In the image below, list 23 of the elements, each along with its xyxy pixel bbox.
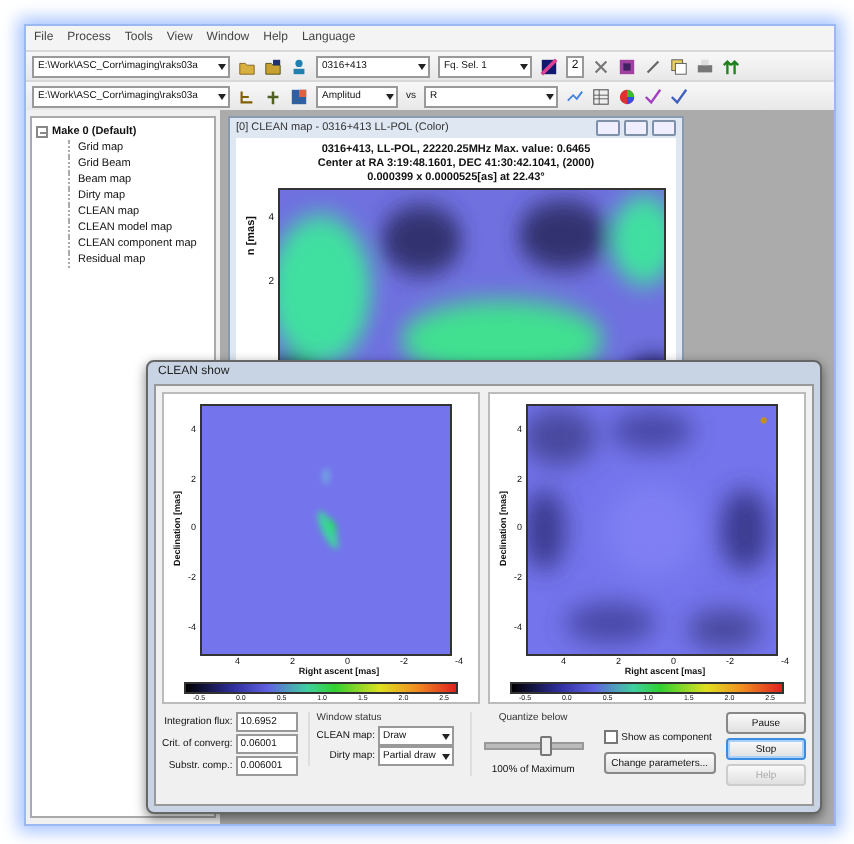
- caret-icon: [520, 63, 528, 69]
- caret-icon: [546, 93, 554, 99]
- caret-icon: [386, 93, 394, 99]
- folder-icon[interactable]: [264, 57, 282, 75]
- windows-icon[interactable]: [670, 57, 688, 75]
- grid-icon[interactable]: [290, 87, 308, 105]
- caret-icon: [418, 63, 426, 69]
- caret-icon: [218, 63, 226, 69]
- image-icon[interactable]: [618, 57, 636, 75]
- caret-icon: [442, 753, 451, 759]
- collapse-icon[interactable]: [36, 126, 48, 138]
- person-icon[interactable]: [290, 57, 308, 75]
- table-icon[interactable]: [592, 87, 610, 105]
- minimize-button[interactable]: [596, 120, 620, 136]
- close-button[interactable]: [652, 120, 676, 136]
- caret-icon: [442, 733, 451, 739]
- maximize-button[interactable]: [624, 120, 648, 136]
- color-wheel-icon[interactable]: [618, 87, 636, 105]
- printer-icon[interactable]: [696, 57, 714, 75]
- chart-icon[interactable]: [566, 87, 584, 105]
- caret-icon: [218, 93, 226, 99]
- slider[interactable]: [483, 742, 584, 750]
- arrows-icon[interactable]: [722, 57, 740, 75]
